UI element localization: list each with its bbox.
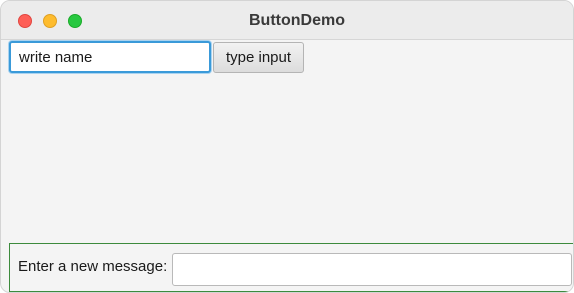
content-area (1, 77, 573, 243)
window-title: ButtonDemo (249, 12, 345, 29)
message-label: Enter a new message: (18, 258, 168, 275)
title-bar[interactable]: ButtonDemo (1, 1, 573, 40)
message-panel: Enter a new message: (9, 243, 573, 292)
type-input-button[interactable]: type input (213, 42, 304, 73)
message-input[interactable] (172, 253, 572, 286)
app-window: ButtonDemo type input Enter a new messag… (0, 0, 574, 293)
name-input[interactable] (9, 41, 211, 73)
